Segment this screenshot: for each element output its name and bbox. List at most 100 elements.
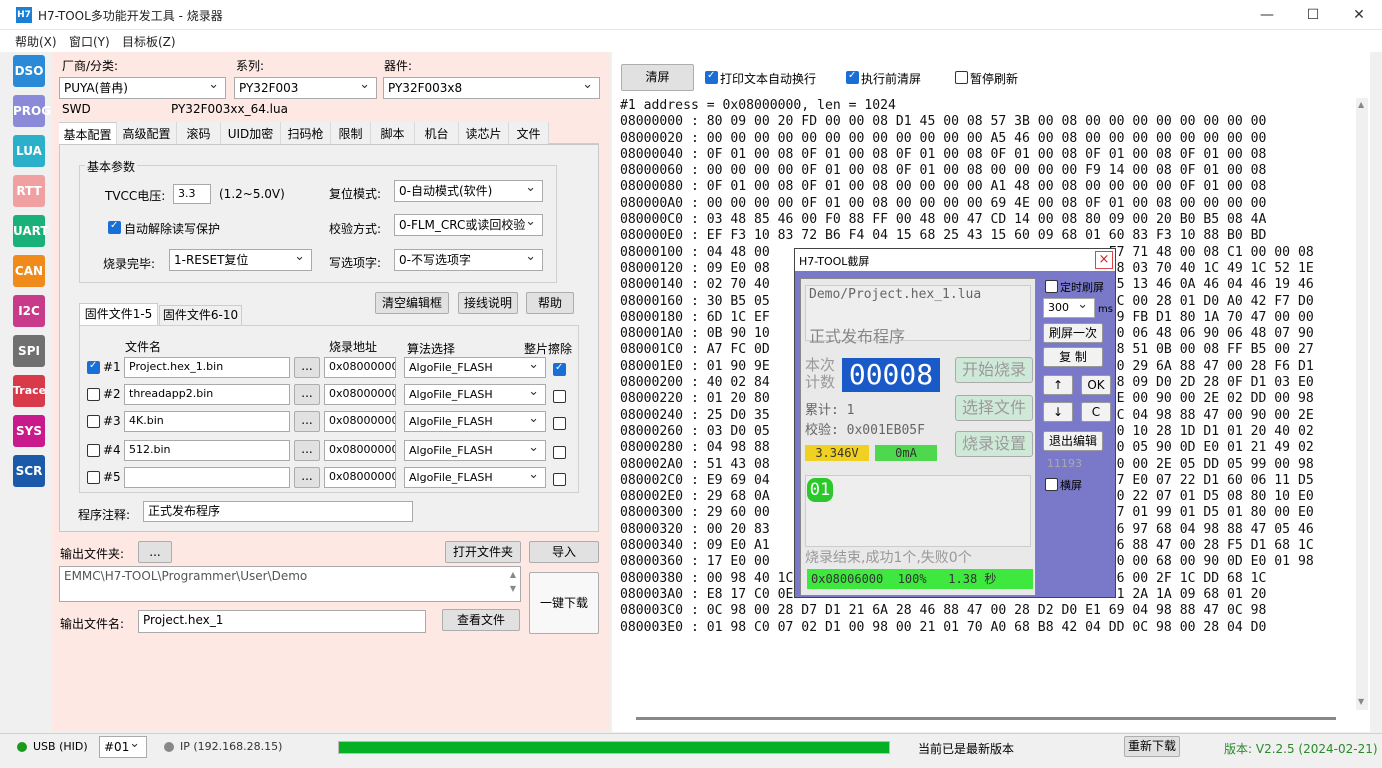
verify-select[interactable]: 0-FLM_CRC或读回校验 bbox=[394, 214, 543, 236]
select-file-button[interactable]: 选择文件 bbox=[955, 395, 1033, 421]
note-input[interactable]: 正式发布程序 bbox=[143, 501, 413, 522]
tab-5[interactable]: 限制 bbox=[331, 122, 371, 144]
tab-0[interactable]: 基本配置 bbox=[59, 122, 117, 144]
sidebar-dso-button[interactable]: DSO bbox=[13, 55, 45, 87]
file-browse-button[interactable]: ... bbox=[294, 440, 320, 461]
sidebar-sys-button[interactable]: SYS bbox=[13, 415, 45, 447]
chip-erase-checkbox[interactable] bbox=[553, 473, 566, 486]
chip-erase-checkbox[interactable] bbox=[553, 417, 566, 430]
file-browse-button[interactable]: ... bbox=[294, 411, 320, 432]
algorithm-select[interactable]: AlgoFile_FLASH bbox=[404, 440, 546, 461]
algorithm-select[interactable]: AlgoFile_FLASH bbox=[404, 357, 546, 378]
sidebar-rtt-button[interactable]: RTT bbox=[13, 175, 45, 207]
output-folder-browse[interactable]: ... bbox=[138, 541, 172, 563]
algorithm-select[interactable]: AlgoFile_FLASH bbox=[404, 411, 546, 432]
tab-3[interactable]: UID加密 bbox=[221, 122, 281, 144]
tab-files-6-10[interactable]: 固件文件6-10 bbox=[159, 305, 242, 325]
algorithm-select[interactable]: AlgoFile_FLASH bbox=[404, 467, 546, 488]
tab-6[interactable]: 脚本 bbox=[371, 122, 415, 144]
tvcc-input[interactable]: 3.3 bbox=[173, 184, 211, 204]
exit-edit-button[interactable]: 退出编辑 bbox=[1043, 431, 1103, 451]
output-path[interactable]: EMMC\H7-TOOL\Programmer\User\Demo bbox=[59, 566, 521, 602]
file-name-input[interactable] bbox=[124, 467, 290, 488]
file-enable-checkbox[interactable] bbox=[87, 388, 100, 401]
chip-erase-checkbox[interactable] bbox=[553, 446, 566, 459]
tab-1[interactable]: 高级配置 bbox=[117, 122, 177, 144]
file-address-input[interactable]: 0x08000000 bbox=[324, 411, 396, 432]
file-name-input[interactable]: 512.bin bbox=[124, 440, 290, 461]
sidebar-lua-button[interactable]: LUA bbox=[13, 135, 45, 167]
vendor-select[interactable]: PUYA(普冉) bbox=[59, 77, 226, 99]
file-browse-button[interactable]: ... bbox=[294, 384, 320, 405]
close-button[interactable]: ✕ bbox=[1336, 0, 1382, 30]
tab-8[interactable]: 读芯片 bbox=[459, 122, 509, 144]
menu-window[interactable]: 窗口(Y) bbox=[69, 33, 110, 50]
tab-7[interactable]: 机台 bbox=[415, 122, 459, 144]
ok-button[interactable]: OK bbox=[1081, 375, 1111, 395]
tab-4[interactable]: 扫码枪 bbox=[281, 122, 331, 144]
maximize-button[interactable]: ☐ bbox=[1290, 0, 1336, 30]
copy-button[interactable]: 复 制 bbox=[1043, 347, 1103, 367]
chip-erase-checkbox[interactable] bbox=[553, 390, 566, 403]
help-button[interactable]: 帮助 bbox=[526, 292, 574, 314]
auto-unprotect-checkbox[interactable] bbox=[108, 220, 121, 234]
interval-select[interactable]: 300 bbox=[1043, 298, 1095, 318]
scroll-arrows-icon[interactable]: ▲ ▼ bbox=[506, 568, 520, 600]
file-enable-checkbox[interactable] bbox=[87, 471, 100, 484]
file-address-input[interactable]: 0x08000000 bbox=[324, 357, 396, 378]
up-arrow-button[interactable]: ↑ bbox=[1043, 375, 1073, 395]
clear-screen-button[interactable]: 清屏 bbox=[621, 64, 694, 91]
sidebar-trace-button[interactable]: Trace bbox=[13, 375, 46, 407]
hex-horizontal-scrollbar[interactable] bbox=[636, 717, 1336, 720]
file-browse-button[interactable]: ... bbox=[294, 467, 320, 488]
tab-files-1-5[interactable]: 固件文件1-5 bbox=[79, 303, 158, 325]
menu-target[interactable]: 目标板(Z) bbox=[122, 33, 176, 50]
pause-refresh-checkbox[interactable] bbox=[955, 71, 968, 84]
file-address-input[interactable]: 0x08000000 bbox=[324, 384, 396, 405]
landscape-checkbox[interactable] bbox=[1045, 478, 1058, 491]
file-name-input[interactable]: 4K.bin bbox=[124, 411, 290, 432]
sidebar-spi-button[interactable]: SPI bbox=[13, 335, 45, 367]
algorithm-select[interactable]: AlgoFile_FLASH bbox=[404, 384, 546, 405]
auto-wrap-checkbox[interactable] bbox=[705, 70, 718, 84]
series-select[interactable]: PY32F003 bbox=[234, 77, 377, 99]
port-select[interactable]: #01 bbox=[99, 736, 147, 758]
view-file-button[interactable]: 查看文件 bbox=[442, 609, 520, 631]
tab-2[interactable]: 滚码 bbox=[177, 122, 221, 144]
menu-help[interactable]: 帮助(X) bbox=[15, 33, 57, 50]
file-name-input[interactable]: threadapp2.bin bbox=[124, 384, 290, 405]
clear-edit-button[interactable]: 清空编辑框 bbox=[375, 292, 449, 314]
sidebar-uart-button[interactable]: UART bbox=[13, 215, 49, 247]
file-enable-checkbox[interactable] bbox=[87, 360, 100, 374]
file-address-input[interactable]: 0x08000000 bbox=[324, 467, 396, 488]
output-name-input[interactable]: Project.hex_1 bbox=[138, 610, 426, 633]
file-enable-checkbox[interactable] bbox=[87, 444, 100, 457]
sidebar-i2c-button[interactable]: I2C bbox=[13, 295, 45, 327]
clear-before-checkbox[interactable] bbox=[846, 70, 859, 84]
down-arrow-button[interactable]: ↓ bbox=[1043, 402, 1073, 422]
scroll-up-icon[interactable]: ▲ bbox=[1358, 100, 1364, 109]
option-bytes-select[interactable]: 0-不写选项字 bbox=[394, 249, 543, 271]
wiring-help-button[interactable]: 接线说明 bbox=[458, 292, 518, 314]
sidebar-scr-button[interactable]: SCR bbox=[13, 455, 45, 487]
dialog-close-icon[interactable]: × bbox=[1095, 251, 1113, 269]
open-folder-button[interactable]: 打开文件夹 bbox=[445, 541, 521, 563]
file-browse-button[interactable]: ... bbox=[294, 357, 320, 378]
start-program-button[interactable]: 开始烧录 bbox=[955, 357, 1033, 383]
c-button[interactable]: C bbox=[1081, 402, 1111, 422]
reset-mode-select[interactable]: 0-自动模式(软件) bbox=[394, 180, 543, 202]
scroll-down-icon[interactable]: ▼ bbox=[1358, 697, 1364, 706]
program-settings-button[interactable]: 烧录设置 bbox=[955, 431, 1033, 457]
device-select[interactable]: PY32F003x8 bbox=[383, 77, 600, 99]
chip-erase-checkbox[interactable] bbox=[553, 362, 566, 376]
one-click-download-button[interactable]: 一键下载 bbox=[529, 572, 599, 634]
sidebar-can-button[interactable]: CAN bbox=[13, 255, 45, 287]
tab-9[interactable]: 文件 bbox=[509, 122, 549, 144]
hex-vertical-scrollbar[interactable] bbox=[1356, 98, 1368, 710]
import-button[interactable]: 导入 bbox=[529, 541, 599, 563]
refresh-once-button[interactable]: 刷屏一次 bbox=[1043, 323, 1103, 343]
file-name-input[interactable]: Project.hex_1.bin bbox=[124, 357, 290, 378]
redownload-button[interactable]: 重新下载 bbox=[1124, 736, 1180, 757]
file-enable-checkbox[interactable] bbox=[87, 415, 100, 428]
file-address-input[interactable]: 0x08000000 bbox=[324, 440, 396, 461]
